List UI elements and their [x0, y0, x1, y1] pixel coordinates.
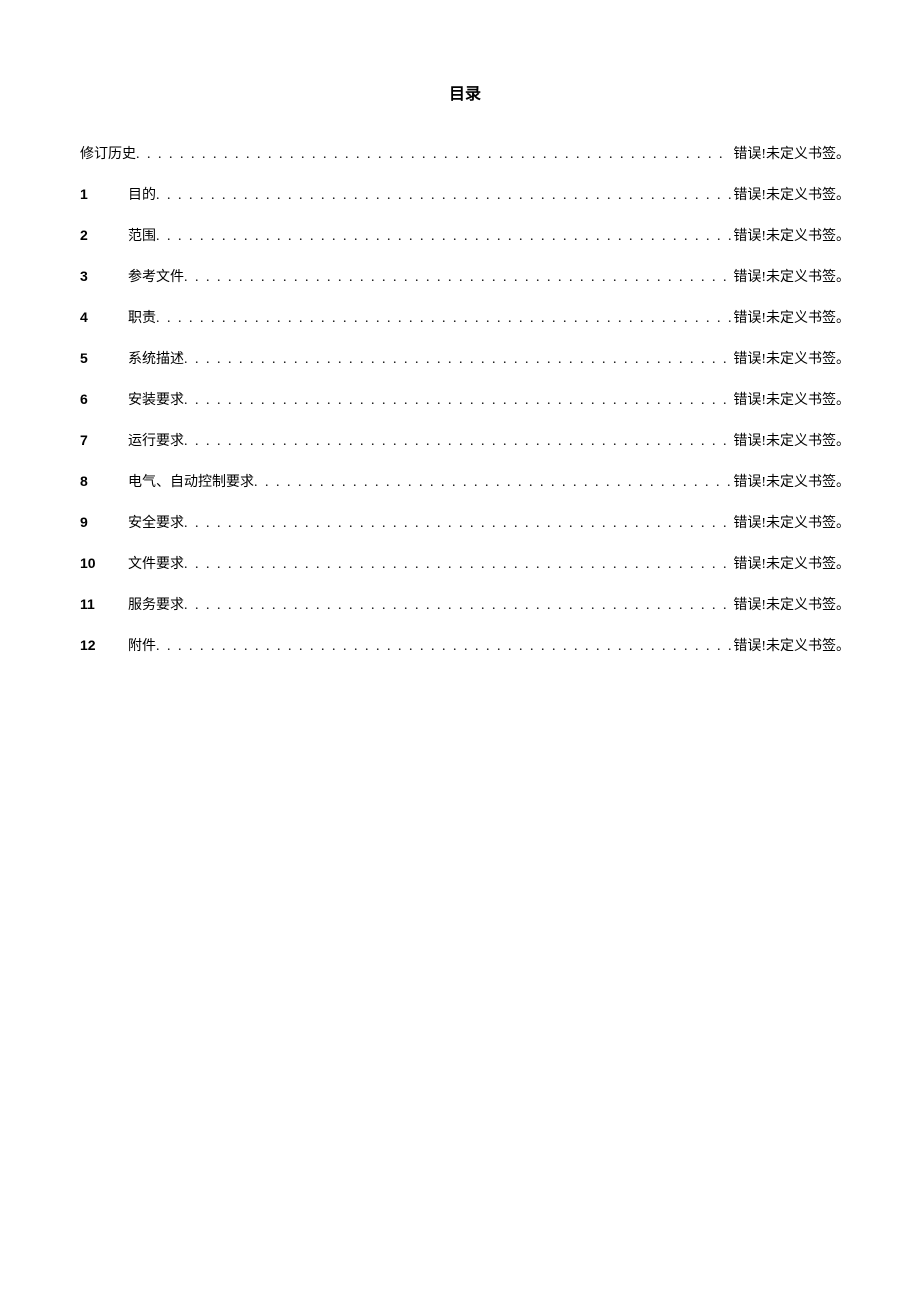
toc-dots	[184, 267, 731, 288]
toc-label: 范围	[128, 226, 156, 247]
toc-number: 12	[80, 635, 128, 656]
toc-label: 电气、自动控制要求	[128, 472, 254, 493]
toc-entry: 6 安装要求 错误!未定义书签。	[80, 389, 850, 411]
toc-dots	[156, 226, 731, 247]
toc-number: 2	[80, 225, 128, 246]
toc-dots	[156, 636, 731, 657]
toc-page-ref: 错误!未定义书签。	[731, 226, 850, 247]
toc-entry: 1 目的 错误!未定义书签。	[80, 184, 850, 206]
toc-list: 修订历史 错误!未定义书签。 1 目的 错误!未定义书签。 2 范围 错误!未定…	[80, 144, 850, 657]
toc-label: 安装要求	[128, 390, 184, 411]
toc-entry: 5 系统描述 错误!未定义书签。	[80, 348, 850, 370]
toc-label: 运行要求	[128, 431, 184, 452]
toc-dots	[184, 431, 731, 452]
toc-page-ref: 错误!未定义书签。	[731, 513, 850, 534]
toc-entry: 9 安全要求 错误!未定义书签。	[80, 512, 850, 534]
toc-dots	[184, 595, 731, 616]
toc-entry: 修订历史 错误!未定义书签。	[80, 144, 850, 165]
toc-page-ref: 错误!未定义书签。	[731, 431, 850, 452]
toc-label: 附件	[128, 636, 156, 657]
toc-label: 参考文件	[128, 267, 184, 288]
toc-entry: 11 服务要求 错误!未定义书签。	[80, 594, 850, 616]
toc-page-ref: 错误!未定义书签。	[731, 267, 850, 288]
toc-page-ref: 错误!未定义书签。	[731, 472, 850, 493]
toc-dots	[184, 554, 731, 575]
toc-entry: 4 职责 错误!未定义书签。	[80, 307, 850, 329]
toc-page-ref: 错误!未定义书签。	[731, 185, 850, 206]
toc-entry: 10 文件要求 错误!未定义书签。	[80, 553, 850, 575]
toc-label: 安全要求	[128, 513, 184, 534]
toc-number: 5	[80, 348, 128, 369]
toc-number: 11	[80, 594, 128, 615]
toc-entry: 12 附件 错误!未定义书签。	[80, 635, 850, 657]
toc-dots	[184, 390, 731, 411]
toc-entry: 7 运行要求 错误!未定义书签。	[80, 430, 850, 452]
toc-number: 7	[80, 430, 128, 451]
toc-entry: 2 范围 错误!未定义书签。	[80, 225, 850, 247]
toc-entry: 3 参考文件 错误!未定义书签。	[80, 266, 850, 288]
toc-label: 文件要求	[128, 554, 184, 575]
toc-dots	[184, 513, 731, 534]
toc-number: 9	[80, 512, 128, 533]
toc-dots	[156, 308, 731, 329]
toc-number: 10	[80, 553, 128, 574]
toc-number: 3	[80, 266, 128, 287]
toc-page-ref: 错误!未定义书签。	[731, 144, 850, 165]
toc-dots	[254, 472, 731, 493]
toc-page-ref: 错误!未定义书签。	[731, 554, 850, 575]
toc-number: 8	[80, 471, 128, 492]
toc-page-ref: 错误!未定义书签。	[731, 390, 850, 411]
toc-dots	[136, 144, 731, 165]
toc-number: 6	[80, 389, 128, 410]
toc-page-ref: 错误!未定义书签。	[731, 595, 850, 616]
toc-label: 修订历史	[80, 144, 136, 165]
toc-label: 系统描述	[128, 349, 184, 370]
toc-page-ref: 错误!未定义书签。	[731, 636, 850, 657]
toc-number: 1	[80, 184, 128, 205]
toc-dots	[156, 185, 731, 206]
toc-page-ref: 错误!未定义书签。	[731, 349, 850, 370]
toc-label: 服务要求	[128, 595, 184, 616]
toc-entry: 8 电气、自动控制要求 错误!未定义书签。	[80, 471, 850, 493]
toc-label: 职责	[128, 308, 156, 329]
toc-label: 目的	[128, 185, 156, 206]
toc-page-ref: 错误!未定义书签。	[731, 308, 850, 329]
toc-number: 4	[80, 307, 128, 328]
toc-dots	[184, 349, 731, 370]
toc-title: 目录	[80, 80, 850, 104]
